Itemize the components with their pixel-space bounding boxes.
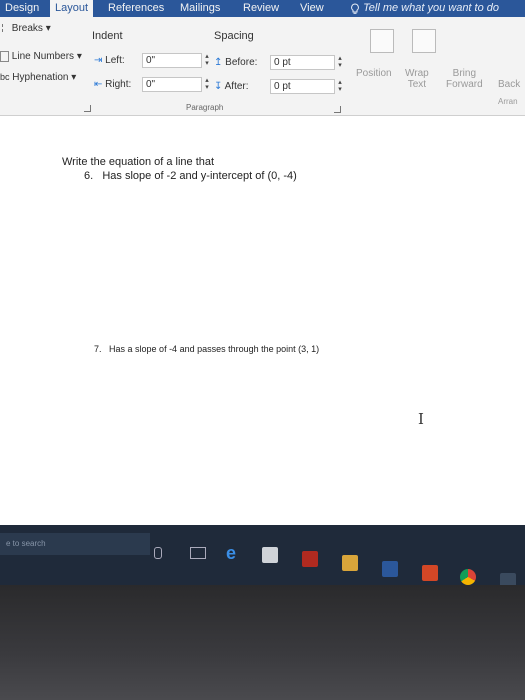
wrap-text-icon: [412, 29, 436, 53]
hyphenation-label: Hyphenation: [12, 72, 69, 83]
tab-references[interactable]: References: [103, 0, 169, 17]
breaks-button[interactable]: Breaks ▾: [2, 23, 51, 34]
indent-left-input[interactable]: 0": [142, 53, 202, 68]
indent-right-icon: ⇤: [94, 79, 103, 90]
paragraph-group-label: Paragraph: [186, 103, 224, 112]
question-7-text: Has a slope of -4 and passes through the…: [109, 344, 320, 354]
indent-left-icon: ⇥: [94, 55, 103, 66]
indent-right-spinner[interactable]: ▴ ▾: [204, 77, 210, 92]
lightbulb-icon: [351, 3, 359, 14]
dropdown-arrow-icon: ▾: [45, 23, 51, 34]
spacing-before-label: Before:: [225, 57, 258, 68]
breaks-label: Breaks: [11, 23, 43, 34]
file-explorer-icon[interactable]: [342, 555, 358, 571]
hyphenation-icon: bc: [0, 72, 10, 82]
ribbon: Breaks ▾ Line Numbers ▾ bc Hyphenation ▾…: [0, 17, 525, 116]
document-page[interactable]: Write the equation of a line that 6. Has…: [0, 116, 525, 525]
laptop-bezel: [0, 585, 525, 700]
tell-me-text: Tell me what you want to do: [363, 2, 500, 14]
spacing-after-input[interactable]: 0 pt: [270, 79, 335, 94]
indent-left-label: Left:: [105, 55, 125, 66]
spacing-after-spinner[interactable]: ▴ ▾: [337, 79, 343, 94]
tab-layout[interactable]: Layout: [50, 0, 94, 17]
question-7: 7. Has a slope of -4 and passes through …: [94, 344, 319, 354]
taskbar: e to search e: [0, 525, 525, 589]
tell-me-box[interactable]: Tell me what you want to do: [345, 0, 504, 17]
powerpoint-icon[interactable]: [422, 565, 438, 581]
dropdown-arrow-icon: ▾: [76, 51, 82, 63]
wrap-text-label-1: Wrap: [405, 68, 429, 79]
arrange-group-label: Arran: [498, 97, 518, 106]
wrap-text-label-2: Text: [407, 79, 427, 90]
spacing-heading: Spacing: [214, 30, 254, 42]
question-6-text: Has slope of -2 and y-intercept of (0, -…: [102, 170, 297, 182]
microphone-icon[interactable]: [154, 547, 162, 559]
tab-view[interactable]: View: [295, 0, 329, 17]
indent-left-row: ⇥ Left:: [94, 55, 125, 66]
store-icon[interactable]: [262, 547, 278, 563]
bring-forward-label-2: Forward: [446, 79, 483, 90]
question-6-number: 6.: [84, 170, 94, 182]
wrap-text-button[interactable]: Wrap Text: [405, 68, 429, 90]
tab-design[interactable]: Design: [0, 0, 44, 17]
send-backward-button[interactable]: Back: [498, 79, 520, 90]
spacing-after-label: After:: [224, 81, 249, 92]
paragraph-launcher-icon[interactable]: [334, 106, 341, 113]
task-view-icon[interactable]: [190, 547, 206, 559]
position-icon: [370, 29, 394, 53]
bring-forward-button[interactable]: Bring Forward: [446, 68, 483, 90]
spacing-after-row: ↧ After:: [214, 81, 249, 92]
indent-right-row: ⇤ Right:: [94, 79, 131, 90]
bring-forward-label-1: Bring: [452, 68, 477, 79]
edge-icon[interactable]: e: [226, 543, 236, 564]
chrome-icon[interactable]: [460, 569, 476, 585]
question-6: 6. Has slope of -2 and y-intercept of (0…: [84, 170, 297, 182]
tab-mailings[interactable]: Mailings: [175, 0, 225, 17]
line-numbers-icon: [0, 51, 9, 62]
position-button[interactable]: Position: [356, 68, 392, 79]
spacing-before-row: ↥ Before:: [214, 57, 257, 68]
dropdown-arrow-icon: ▾: [71, 72, 77, 83]
screen: Design Layout References Mailings Review…: [0, 0, 525, 525]
breaks-icon: [2, 24, 9, 33]
spacing-before-input[interactable]: 0 pt: [270, 55, 335, 70]
indent-left-spinner[interactable]: ▴ ▾: [204, 53, 210, 68]
indent-right-label: Right:: [105, 79, 132, 90]
acrobat-icon[interactable]: [302, 551, 318, 567]
ribbon-tab-bar: Design Layout References Mailings Review…: [0, 0, 525, 17]
taskbar-search-box[interactable]: e to search: [0, 533, 150, 555]
question-7-number: 7.: [94, 344, 102, 354]
line-numbers-label: Line Numbers: [11, 51, 75, 63]
line-numbers-button[interactable]: Line Numbers ▾: [0, 51, 82, 62]
document-intro-text: Write the equation of a line that: [62, 156, 215, 168]
indent-heading: Indent: [92, 30, 123, 42]
indent-right-input[interactable]: 0": [142, 77, 202, 92]
spacing-after-icon: ↧: [214, 81, 223, 92]
text-cursor-icon: I: [418, 410, 424, 428]
tab-review[interactable]: Review: [238, 0, 284, 17]
word-icon[interactable]: [382, 561, 398, 577]
page-setup-launcher-icon[interactable]: [84, 105, 91, 112]
hyphenation-button[interactable]: bc Hyphenation ▾: [0, 72, 76, 83]
spacing-before-spinner[interactable]: ▴ ▾: [337, 55, 343, 70]
spacing-before-icon: ↥: [214, 57, 223, 68]
